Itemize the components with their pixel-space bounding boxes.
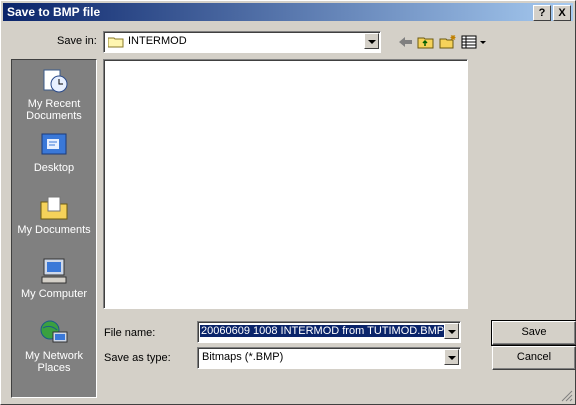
place-label-line1: My Documents <box>17 224 91 236</box>
file-name-label: File name: <box>104 327 156 339</box>
help-button[interactable]: ? <box>533 5 551 21</box>
folder-icon <box>107 36 124 48</box>
place-recent-documents[interactable]: My Recent Documents <box>12 66 96 122</box>
chevron-down-icon[interactable] <box>364 33 379 49</box>
resize-grip-icon[interactable] <box>561 390 573 402</box>
place-label-line2: Documents <box>26 110 82 122</box>
window-title: Save to BMP file <box>7 5 101 19</box>
my-computer-icon <box>39 256 69 286</box>
cancel-button[interactable]: Cancel <box>492 346 576 370</box>
place-network-places[interactable]: My Network Places <box>12 318 96 374</box>
up-folder-icon[interactable] <box>417 34 435 50</box>
save-in-combo[interactable]: INTERMOD <box>103 31 381 53</box>
new-folder-icon[interactable] <box>439 34 457 50</box>
save-as-type-select[interactable]: Bitmaps (*.BMP) <box>197 347 461 369</box>
chevron-down-icon[interactable] <box>444 323 459 339</box>
my-documents-icon <box>39 192 69 222</box>
place-label-line1: My Computer <box>20 288 88 300</box>
place-label-line2: Places <box>37 362 71 374</box>
place-my-documents[interactable]: My Documents <box>12 192 96 236</box>
save-dialog: Save to BMP file ? X Save in: INTERMOD M… <box>0 0 576 405</box>
file-name-value: 20060609 1008 INTERMOD from TUTIMOD.BMP <box>200 325 446 337</box>
place-label-line1: My Recent <box>27 98 81 110</box>
back-arrow-icon[interactable] <box>397 34 415 50</box>
place-label-line1: Desktop <box>33 162 75 174</box>
place-my-computer[interactable]: My Computer <box>12 256 96 300</box>
title-bar[interactable]: Save to BMP file ? X <box>3 3 573 21</box>
file-name-input[interactable]: 20060609 1008 INTERMOD from TUTIMOD.BMP <box>197 321 461 343</box>
save-in-value: INTERMOD <box>128 35 187 47</box>
desktop-icon <box>39 130 69 160</box>
chevron-down-icon[interactable] <box>444 349 459 365</box>
file-list[interactable] <box>103 59 468 309</box>
place-desktop[interactable]: Desktop <box>12 130 96 174</box>
save-as-type-label: Save as type: <box>104 352 171 364</box>
network-places-icon <box>39 318 69 348</box>
save-button[interactable]: Save <box>491 320 576 346</box>
places-bar: My Recent Documents Desktop My Documents… <box>11 59 97 398</box>
recent-documents-icon <box>39 66 69 96</box>
save-as-type-value: Bitmaps (*.BMP) <box>202 351 284 363</box>
place-label-line1: My Network <box>24 350 84 362</box>
view-menu-icon[interactable] <box>461 34 487 50</box>
close-button[interactable]: X <box>553 5 571 21</box>
save-in-label: Save in: <box>57 35 97 47</box>
